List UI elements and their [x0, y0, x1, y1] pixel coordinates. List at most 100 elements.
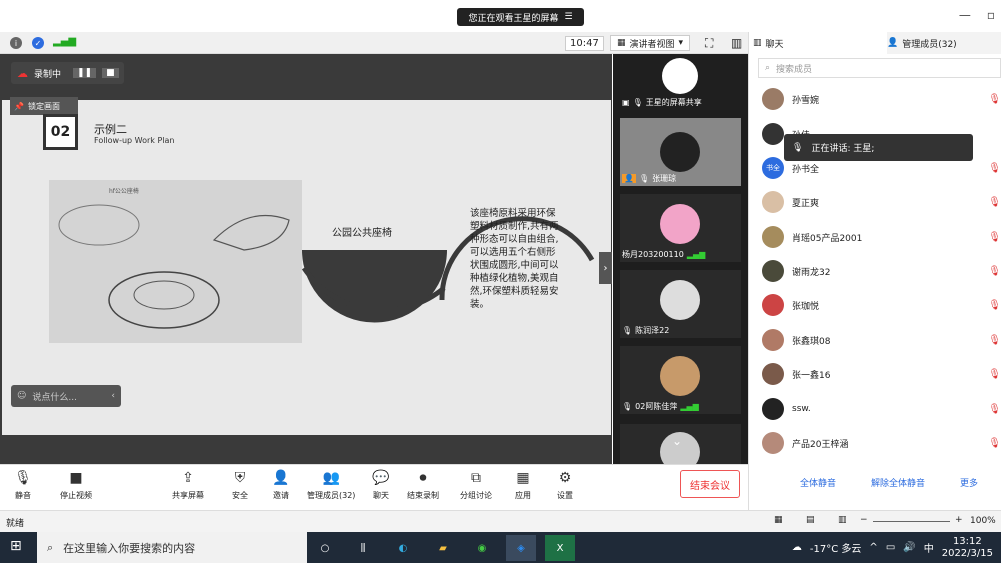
menu-icon[interactable]: ☰ [564, 12, 572, 22]
mic-muted-icon[interactable]: 🎙 [988, 438, 1001, 449]
volume-icon[interactable]: 🔊 [903, 542, 915, 553]
video-tile[interactable]: ⌄ [620, 424, 741, 464]
stop-video-button[interactable]: ■ 停止视频 [60, 469, 92, 501]
member-name: 张一鑫16 [792, 370, 831, 381]
windows-start-icon[interactable]: ⊞ [10, 538, 22, 554]
info-icon[interactable]: i [10, 37, 22, 49]
member-name: 产品20王梓涵 [792, 439, 849, 450]
page-layout-icon[interactable]: ▤ [806, 515, 815, 525]
video-tile[interactable]: ▣ 🎙 王星的屏幕共享 [620, 54, 741, 110]
mute-button[interactable]: 🎙 静音 [14, 469, 32, 501]
video-tile[interactable]: 杨月203200110 ▂▄▆ [620, 194, 741, 262]
view-switch-button[interactable]: ▦ 演讲者视图 ▾ [610, 35, 691, 51]
chat-label: 聊天 [373, 491, 389, 500]
breakout-button[interactable]: ⧉ 分组讨论 [460, 469, 492, 501]
status-ready: 就绪 [6, 519, 25, 529]
taskbar-clock[interactable]: 13:12 2022/3/15 [942, 536, 993, 560]
meeting-timer: 10:47 [565, 36, 604, 51]
edge-icon[interactable]: ◐ [388, 535, 418, 561]
video-tile[interactable]: 🎙 02阿陈佳萍 ▂▄▆ [620, 346, 741, 414]
video-tile[interactable]: 👤 🎙 张珊琼 [620, 118, 741, 186]
chevron-down-icon: ▾ [678, 38, 684, 48]
normal-view-icon[interactable]: ▦ [774, 515, 783, 525]
chevron-up-icon[interactable]: ^ [869, 542, 877, 553]
stop-icon[interactable]: ■ [102, 68, 119, 78]
mic-muted-icon[interactable]: 🎙 [988, 404, 1001, 415]
recording-indicator[interactable]: ☁ 录制中 ❚❚ ■ [11, 62, 124, 84]
sidebar-toggle-icon[interactable]: ▥ [731, 36, 742, 50]
mute-label: 静音 [15, 491, 31, 500]
lock-view-tooltip[interactable]: 📌 锁定画面 [10, 97, 78, 115]
mic-muted-icon[interactable]: 🎙 [988, 369, 1001, 380]
end-recording-button[interactable]: ⏺ 结束录制 [407, 469, 439, 501]
video-tile[interactable]: 🎙 陈润泽22 [620, 270, 741, 338]
mic-muted-icon[interactable]: 🎙 [988, 163, 1001, 174]
share-banner[interactable]: 您正在观看王星的屏幕 ☰ [457, 8, 584, 26]
tab-members[interactable]: 👤 管理成员(32) [887, 32, 1001, 54]
invite-button[interactable]: 👤 邀请 [272, 469, 290, 501]
chevron-left-icon[interactable]: ‹ [111, 391, 115, 401]
zoom-in-icon[interactable]: + [955, 515, 963, 525]
fullscreen-icon[interactable]: ⛶ [705, 36, 713, 51]
user-icon: 👤 [622, 174, 636, 183]
mic-muted-icon[interactable]: 🎙 [988, 266, 1001, 277]
task-view-icon[interactable]: ○ [310, 535, 340, 561]
ime-indicator[interactable]: 中 [924, 540, 934, 555]
share-screen-button[interactable]: ⇪ 共享屏幕 [172, 469, 204, 501]
apps-button[interactable]: ▦ 应用 [514, 469, 532, 501]
tencent-meeting-icon[interactable]: ◈ [506, 535, 536, 561]
list-item[interactable]: 孙雪婉 🎙 [762, 87, 1001, 111]
zoom-out-icon[interactable]: − [860, 515, 868, 525]
search-icon: ⌕ [47, 540, 54, 554]
chat-input[interactable]: ☺ 说点什么... ‹ [11, 385, 121, 407]
security-button[interactable]: ⛨ 安全 [231, 469, 249, 501]
restore-icon[interactable]: ▫ [987, 8, 995, 22]
list-item[interactable]: 张一鑫16 🎙 [762, 362, 1001, 386]
sketch-drawing [58, 204, 290, 329]
pin-icon: 📌 [14, 101, 24, 111]
list-item[interactable]: 夏正爽 🎙 [762, 190, 1001, 214]
folder-icon[interactable]: ▰ [428, 535, 458, 561]
signal-icon[interactable]: ▂▄▆ [53, 36, 76, 47]
network-icon[interactable]: ▭ [886, 542, 895, 553]
member-name: 谢雨龙32 [792, 267, 831, 278]
list-item[interactable]: 谢雨龙32 🎙 [762, 259, 1001, 283]
list-item[interactable]: 肖瑶05产品2001 🎙 [762, 225, 1001, 249]
list-item[interactable]: 张鑫琪08 🎙 [762, 328, 1001, 352]
tab-members-label: 管理成员(32) [902, 39, 957, 50]
taskbar-search-input[interactable]: ⌕ 在这里输入你要搜索的内容 [37, 532, 307, 563]
member-name: 夏正爽 [792, 198, 820, 209]
shield-icon[interactable]: ✓ [32, 37, 44, 49]
mic-muted-icon[interactable]: 🎙 [988, 300, 1001, 311]
collapse-video-button[interactable]: › [599, 252, 612, 284]
member-search-input[interactable]: ⌕ 搜索成员 [758, 58, 1001, 78]
avatar [762, 398, 784, 420]
manage-members-button[interactable]: 👥 管理成员(32) [307, 469, 355, 501]
zoom-slider[interactable] [873, 521, 950, 522]
unmute-all-button[interactable]: 解除全体静音 [871, 476, 925, 489]
mic-muted-icon[interactable]: 🎙 [988, 232, 1001, 243]
emoji-icon[interactable]: ☺ [17, 391, 26, 401]
list-item[interactable]: 张珈悦 🎙 [762, 293, 1001, 317]
multitask-icon[interactable]: ⫼ [348, 535, 378, 561]
excel-icon[interactable]: X [545, 535, 575, 561]
page-break-icon[interactable]: ▥ [838, 515, 847, 525]
grid-icon: ▦ [617, 38, 626, 48]
browser-icon[interactable]: ◉ [467, 535, 497, 561]
minimize-icon[interactable]: — [959, 8, 971, 22]
list-item[interactable]: ssw. 🎙 [762, 397, 1001, 421]
mic-icon: 🎙 [14, 470, 32, 486]
more-button[interactable]: 更多 [960, 476, 978, 489]
list-item[interactable]: 产品20王梓涵 🎙 [762, 431, 1001, 455]
chat-button[interactable]: 💬 聊天 [372, 469, 390, 501]
members-label: 管理成员(32) [307, 491, 356, 500]
mute-all-button[interactable]: 全体静音 [800, 476, 836, 489]
settings-button[interactable]: ⚙ 设置 [556, 469, 574, 501]
end-meeting-button[interactable]: 结束会议 [680, 470, 740, 498]
mic-muted-icon[interactable]: 🎙 [988, 94, 1001, 105]
pause-icon[interactable]: ❚❚ [73, 68, 97, 78]
chevron-down-icon[interactable]: ⌄ [672, 434, 682, 448]
tab-chat[interactable]: ▥ 聊天 [753, 32, 883, 54]
mic-muted-icon[interactable]: 🎙 [988, 335, 1001, 346]
mic-muted-icon[interactable]: 🎙 [988, 197, 1001, 208]
